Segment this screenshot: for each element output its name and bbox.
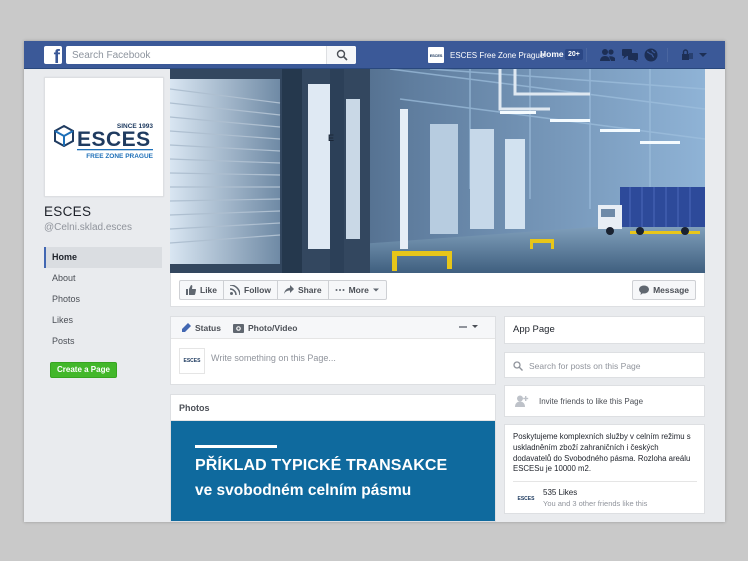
- search-button[interactable]: [326, 46, 356, 64]
- topbar-divider: [586, 48, 587, 62]
- friend-requests-icon[interactable]: [600, 48, 615, 62]
- tab-status[interactable]: Status: [181, 322, 221, 333]
- banner-rule: [195, 445, 277, 448]
- logo-tagline-text: FREE ZONE PRAGUE: [86, 153, 153, 160]
- more-button[interactable]: More: [329, 281, 386, 299]
- post-composer: Status Photo/Video ESCES Write something…: [170, 316, 496, 385]
- search-icon: [513, 361, 523, 371]
- svg-text:E: E: [328, 133, 334, 143]
- messenger-bubble-icon: [639, 285, 650, 295]
- primary-actions-group: Like Follow Share More: [179, 280, 387, 300]
- share-arrow-icon: [283, 285, 294, 294]
- rss-icon: [230, 285, 241, 295]
- about-description: Poskytujeme komplexních služby v celním …: [513, 432, 691, 474]
- messages-icon[interactable]: [622, 48, 638, 62]
- search-box: [66, 46, 356, 64]
- page-handle[interactable]: @Celni.sklad.esces: [44, 222, 132, 233]
- invite-friends-card[interactable]: Invite friends to like this Page: [504, 385, 705, 417]
- facebook-page-window: f ESCES ESCES Free Zone Prague Home 20+: [24, 41, 725, 522]
- create-page-button[interactable]: Create a Page: [50, 362, 117, 378]
- top-navigation-bar: f ESCES ESCES Free Zone Prague Home 20+: [24, 41, 725, 69]
- topbar-profile-name: ESCES Free Zone Prague: [450, 50, 545, 60]
- privacy-lock-icon[interactable]: [680, 48, 694, 62]
- home-badge: 20+: [565, 49, 583, 60]
- camera-icon: [232, 323, 244, 333]
- photos-card: Photos PŘÍKLAD TYPICKÉ TRANSAKCE ve svob…: [170, 394, 496, 522]
- app-page-card[interactable]: App Page: [504, 316, 705, 344]
- search-input[interactable]: [66, 46, 326, 64]
- composer-tabs: Status Photo/Video: [171, 317, 495, 339]
- facebook-logo-letter: f: [53, 47, 60, 64]
- topbar-profile-avatar: ESCES: [428, 47, 444, 63]
- audience-caret-icon: [472, 325, 478, 328]
- topbar-divider-2: [667, 48, 668, 62]
- page-post-search: [504, 352, 705, 378]
- composer-input[interactable]: Write something on this Page...: [211, 353, 336, 363]
- page-name[interactable]: ESCES: [44, 204, 91, 219]
- photo-banner[interactable]: PŘÍKLAD TYPICKÉ TRANSAKCE ve svobodném c…: [171, 421, 495, 521]
- likes-friends-text: You and 3 other friends like this: [543, 499, 648, 508]
- logo-brand-text: ESCES: [77, 128, 151, 151]
- nav-item-photos[interactable]: Photos: [44, 289, 162, 310]
- message-label: Message: [653, 285, 689, 295]
- nav-item-home[interactable]: Home: [44, 247, 162, 268]
- esces-logo-icon: SINCE 1993 ESCES FREE ZONE PRAGUE: [54, 123, 154, 160]
- nav-item-posts[interactable]: Posts: [44, 331, 162, 352]
- account-menu-chevron-icon[interactable]: [698, 48, 712, 62]
- page-action-bar: Like Follow Share More Message: [170, 273, 705, 307]
- audience-selector[interactable]: [459, 324, 479, 330]
- share-button[interactable]: Share: [278, 281, 329, 299]
- pencil-icon: [182, 322, 191, 332]
- home-link[interactable]: Home: [540, 49, 564, 59]
- cover-photo[interactable]: E: [170, 69, 705, 273]
- follow-button[interactable]: Follow: [224, 281, 278, 299]
- thumbs-up-icon: [186, 285, 196, 295]
- nav-item-likes[interactable]: Likes: [44, 310, 162, 331]
- photos-header[interactable]: Photos: [171, 395, 495, 421]
- banner-title: PŘÍKLAD TYPICKÉ TRANSAKCE: [195, 457, 448, 474]
- follow-label: Follow: [244, 285, 271, 295]
- warehouse-cover-image: E: [170, 69, 705, 273]
- composer-avatar: ESCES: [179, 348, 205, 374]
- about-card: Poskytujeme komplexních služby v celním …: [504, 424, 705, 514]
- page-profile-picture[interactable]: SINCE 1993 ESCES FREE ZONE PRAGUE: [44, 77, 164, 197]
- search-icon: [336, 49, 348, 61]
- likes-count[interactable]: 535 Likes: [543, 488, 577, 497]
- topbar-profile-link[interactable]: ESCES ESCES Free Zone Prague: [428, 47, 544, 63]
- status-tab-label: Status: [195, 322, 221, 333]
- audience-dots-icon: [459, 326, 467, 328]
- more-label: More: [348, 285, 369, 295]
- invite-label: Invite friends to like this Page: [539, 396, 644, 406]
- message-button[interactable]: Message: [632, 280, 696, 300]
- ellipsis-icon: [335, 289, 345, 291]
- about-divider: [513, 481, 697, 482]
- nav-item-about[interactable]: About: [44, 268, 162, 289]
- like-label: Like: [200, 285, 218, 295]
- facebook-logo-icon[interactable]: f: [44, 46, 62, 64]
- tab-photo-video[interactable]: Photo/Video: [232, 322, 298, 333]
- notifications-globe-icon[interactable]: [644, 48, 658, 62]
- banner-subtitle: ve svobodném celním pásmu: [195, 482, 412, 499]
- likes-avatar: ESCES: [517, 496, 535, 502]
- photo-tab-label: Photo/Video: [247, 322, 298, 333]
- page-left-nav: Home About Photos Likes Posts: [44, 247, 162, 352]
- caret-down-icon: [372, 288, 379, 292]
- share-label: Share: [297, 285, 322, 295]
- like-button[interactable]: Like: [180, 281, 225, 299]
- page-post-search-input[interactable]: [529, 357, 699, 374]
- add-friend-icon: [515, 395, 529, 407]
